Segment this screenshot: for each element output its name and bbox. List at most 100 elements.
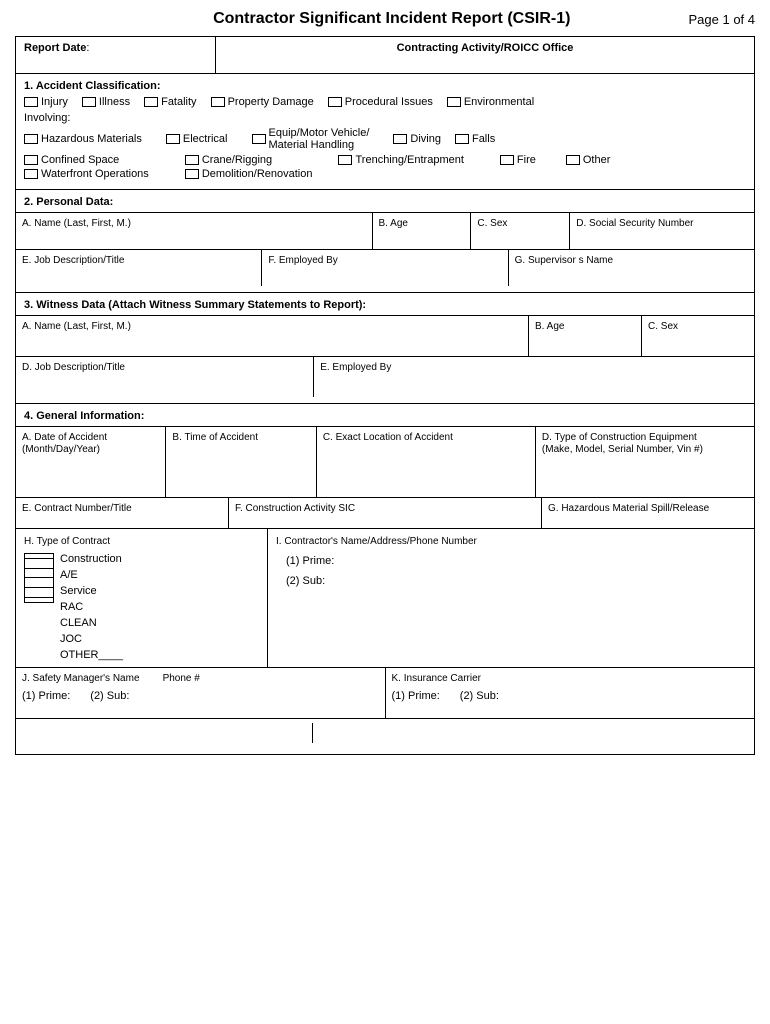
gen-efg-row: E. Contract Number/Title F. Construction… (16, 497, 754, 528)
gen-hi-row: H. Type of Contract Construction A/E (16, 528, 754, 667)
insurance-prime-label: (1) Prime: (392, 690, 440, 702)
field-equipment[interactable]: D. Type of Construction Equipment(Make, … (536, 427, 754, 497)
trenching-group: Trenching/Entrapment (338, 154, 473, 166)
other-label: Other (583, 154, 611, 166)
crane-label: Crane/Rigging (202, 154, 272, 166)
checkbox-illness[interactable]: Illness (82, 96, 130, 108)
checkbox-other[interactable]: Other (566, 154, 611, 166)
field-safety-manager[interactable]: J. Safety Manager's Name Phone # (1) Pri… (16, 668, 386, 718)
witness-employed-by-label: E. Employed By (320, 362, 391, 373)
electrical-checkbox-box[interactable] (166, 134, 180, 144)
field-contract-number[interactable]: E. Contract Number/Title (16, 498, 229, 528)
contracting-activity-field[interactable]: Contracting Activity/ROICC Office (216, 37, 754, 73)
checkbox-fire[interactable]: Fire (500, 154, 536, 166)
contract-type-clean: CLEAN (60, 617, 123, 629)
procedural-checkbox-box[interactable] (328, 97, 342, 107)
crane-checkbox-box[interactable] (185, 155, 199, 165)
contract-number-label: E. Contract Number/Title (22, 503, 132, 514)
checkbox-hazmat[interactable]: Hazardous Materials (24, 133, 142, 145)
environmental-checkbox-box[interactable] (447, 97, 461, 107)
fire-label: Fire (517, 154, 536, 166)
section-witness-data: 3. Witness Data (Attach Witness Summary … (16, 293, 754, 404)
checkbox-demolition[interactable]: Demolition/Renovation (185, 168, 313, 180)
hazmat-label: Hazardous Materials (41, 133, 142, 145)
personal-data-abcd-row: A. Name (Last, First, M.) B. Age C. Sex … (16, 212, 754, 249)
checkbox-equip[interactable]: Equip/Motor Vehicle/Material Handling (252, 127, 370, 151)
diving-checkbox-box[interactable] (393, 134, 407, 144)
witness-field-employed-by[interactable]: E. Employed By (314, 357, 754, 397)
date-accident-label: A. Date of Accident(Month/Day/Year) (22, 432, 107, 455)
other-group: Other (566, 154, 621, 166)
falls-label: Falls (472, 133, 495, 145)
contract-type-construction: Construction (60, 553, 123, 565)
field-ssn[interactable]: D. Social Security Number (570, 213, 754, 249)
field-job-title[interactable]: E. Job Description/Title (16, 250, 262, 286)
demolition-checkbox-box[interactable] (185, 169, 199, 179)
other-checkbox-box[interactable] (566, 155, 580, 165)
checkbox-diving[interactable]: Diving (393, 133, 441, 145)
witness-field-age[interactable]: B. Age (529, 316, 642, 356)
contract-type-other: OTHER____ (60, 649, 123, 661)
equip-checkbox-box[interactable] (252, 134, 266, 144)
age-label: B. Age (379, 218, 408, 229)
bottom-left (24, 723, 313, 743)
form-container: Report Date: Contracting Activity/ROICC … (15, 36, 755, 755)
section-general-info: 4. General Information: A. Date of Accid… (16, 404, 754, 754)
field-supervisor[interactable]: G. Supervisor s Name (509, 250, 754, 286)
line3 (25, 577, 53, 578)
hazmat-checkbox-box[interactable] (24, 134, 38, 144)
safety-prime-label: (1) Prime: (22, 690, 70, 702)
checkbox-falls[interactable]: Falls (455, 133, 495, 145)
job-title-label: E. Job Description/Title (22, 255, 124, 266)
checkbox-waterfront[interactable]: Waterfront Operations (24, 168, 149, 180)
safety-manager-label: J. Safety Manager's Name (22, 673, 140, 684)
involving-label: Involving: (24, 112, 746, 124)
falls-checkbox-box[interactable] (455, 134, 469, 144)
illness-checkbox-box[interactable] (82, 97, 96, 107)
insurance-label: K. Insurance Carrier (392, 673, 481, 684)
checkbox-fatality[interactable]: Fatality (144, 96, 196, 108)
contractor-sub[interactable]: (2) Sub: (286, 575, 746, 587)
field-hazmat-spill[interactable]: G. Hazardous Material Spill/Release (542, 498, 754, 528)
checkbox-injury[interactable]: Injury (24, 96, 68, 108)
fatality-checkbox-box[interactable] (144, 97, 158, 107)
fire-checkbox-box[interactable] (500, 155, 514, 165)
contractor-prime[interactable]: (1) Prime: (286, 555, 746, 567)
checkbox-property-damage[interactable]: Property Damage (211, 96, 314, 108)
section-accident-classification: 1. Accident Classification: Injury Illne… (16, 74, 754, 190)
gen-abcd-row: A. Date of Accident(Month/Day/Year) B. T… (16, 426, 754, 497)
witness-field-name[interactable]: A. Name (Last, First, M.) (16, 316, 529, 356)
checkbox-environmental[interactable]: Environmental (447, 96, 534, 108)
field-construction-sic[interactable]: F. Construction Activity SIC (229, 498, 542, 528)
waterfront-label: Waterfront Operations (41, 168, 149, 180)
field-time-accident[interactable]: B. Time of Accident (166, 427, 316, 497)
checkbox-crane[interactable]: Crane/Rigging (185, 154, 313, 166)
checkbox-confined-space[interactable]: Confined Space (24, 154, 149, 166)
confined-space-checkbox-box[interactable] (24, 155, 38, 165)
injury-checkbox-box[interactable] (24, 97, 38, 107)
field-name[interactable]: A. Name (Last, First, M.) (16, 213, 373, 249)
witness-field-job-title[interactable]: D. Job Description/Title (16, 357, 314, 397)
property-damage-checkbox-box[interactable] (211, 97, 225, 107)
witness-field-sex[interactable]: C. Sex (642, 316, 754, 356)
waterfront-checkbox-box[interactable] (24, 169, 38, 179)
contract-type-rac: RAC (60, 601, 123, 613)
field-location[interactable]: C. Exact Location of Accident (317, 427, 536, 497)
checkbox-procedural[interactable]: Procedural Issues (328, 96, 433, 108)
involving-row1: Hazardous Materials Electrical Equip/Mot… (24, 127, 746, 151)
page-number: Page 1 of 4 (689, 12, 756, 27)
trenching-checkbox-box[interactable] (338, 155, 352, 165)
line1 (25, 558, 53, 559)
bottom-row (24, 723, 746, 743)
section-personal-data: 2. Personal Data: A. Name (Last, First, … (16, 190, 754, 293)
field-age[interactable]: B. Age (373, 213, 472, 249)
field-date-accident[interactable]: A. Date of Accident(Month/Day/Year) (16, 427, 166, 497)
checkbox-electrical[interactable]: Electrical (166, 133, 228, 145)
field-insurance[interactable]: K. Insurance Carrier (1) Prime: (2) Sub: (386, 668, 755, 718)
report-date-field[interactable]: Report Date: (16, 37, 216, 73)
involving-row2: Confined Space Waterfront Operations Cra… (24, 154, 746, 180)
checkbox-trenching[interactable]: Trenching/Entrapment (338, 154, 463, 166)
field-sex[interactable]: C. Sex (471, 213, 570, 249)
field-contractor-info[interactable]: I. Contractor's Name/Address/Phone Numbe… (268, 529, 754, 667)
field-employed-by[interactable]: F. Employed By (262, 250, 508, 286)
